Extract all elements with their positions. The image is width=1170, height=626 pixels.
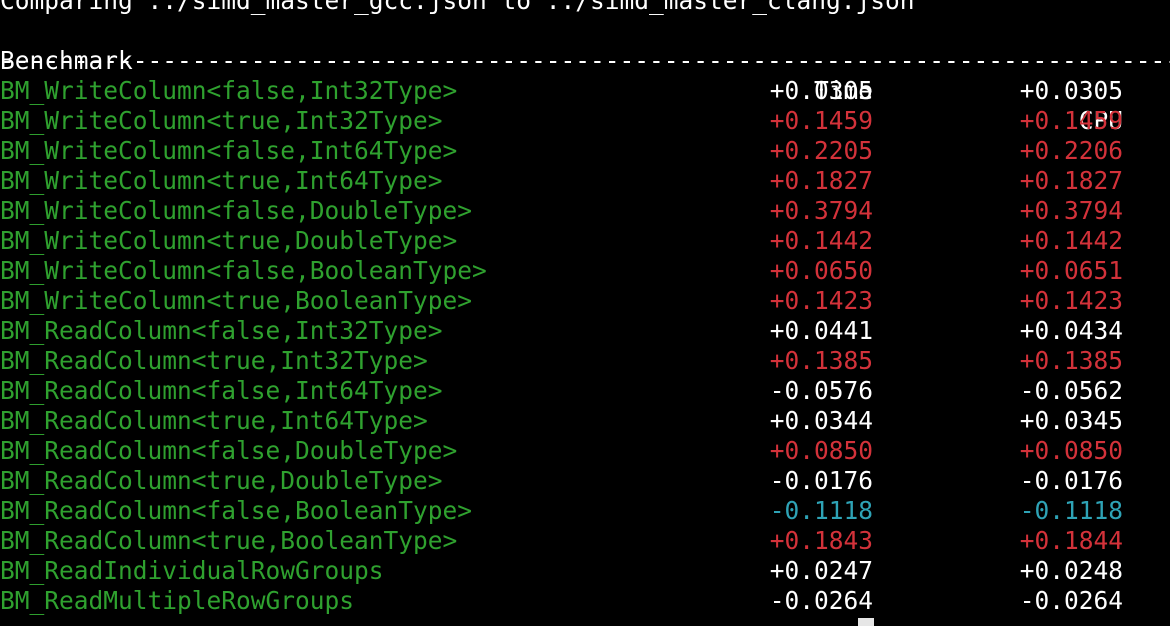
benchmark-name: BM_WriteColumn<true,Int32Type> — [0, 106, 443, 135]
cpu-delta: +0.2206 — [1019, 136, 1123, 165]
benchmark-name: BM_ReadColumn<false,BooleanType> — [0, 496, 473, 525]
table-row: BM_WriteColumn<false,DoubleType> +0.3794 +… — [0, 196, 1170, 226]
table-row: BM_ReadColumn<false,Int64Type> -0.0576 -0.… — [0, 376, 1170, 406]
time-delta: +0.0247 — [769, 556, 873, 585]
time-delta: -0.0576 — [769, 376, 873, 405]
cpu-delta: +0.1844 — [1019, 526, 1123, 555]
table-row: BM_WriteColumn<false,BooleanType> +0.0650… — [0, 256, 1170, 286]
time-delta: +0.1442 — [769, 226, 873, 255]
time-delta: +0.1827 — [769, 166, 873, 195]
table-row: BM_ReadIndividualRowGroups +0.0247 +0.0248 — [0, 556, 1170, 586]
terminal-output: Comparing ../simd_master_gcc.json to ../… — [0, 0, 1170, 616]
cpu-delta: +0.1385 — [1019, 346, 1123, 375]
table-row: BM_ReadColumn<false,Int32Type> +0.0441 +0.… — [0, 316, 1170, 346]
cpu-delta: +0.1459 — [1019, 106, 1123, 135]
time-delta: +0.1459 — [769, 106, 873, 135]
benchmark-name: BM_WriteColumn<false,Int64Type> — [0, 136, 458, 165]
table-row: BM_ReadColumn<true,DoubleType> -0.0176 -0.… — [0, 466, 1170, 496]
cpu-delta: +0.0651 — [1019, 256, 1123, 285]
time-delta: +0.0305 — [769, 76, 873, 105]
benchmark-name: BM_ReadColumn<true,DoubleType> — [0, 466, 443, 495]
time-delta: -0.0176 — [769, 466, 873, 495]
cpu-delta: +0.3794 — [1019, 196, 1123, 225]
table-row: BM_ReadColumn<true,Int64Type> +0.0344 +0.0… — [0, 406, 1170, 436]
time-delta: +0.0344 — [769, 406, 873, 435]
cpu-delta: +0.0850 — [1019, 436, 1123, 465]
benchmark-name: BM_ReadColumn<true,Int64Type> — [0, 406, 428, 435]
benchmark-name: BM_WriteColumn<false,BooleanType> — [0, 256, 487, 285]
benchmark-name: BM_ReadColumn<true,Int32Type> — [0, 346, 428, 375]
table-row: BM_ReadColumn<false,DoubleType> +0.0850 +0… — [0, 436, 1170, 466]
time-delta: +0.0441 — [769, 316, 873, 345]
benchmark-name: BM_ReadIndividualRowGroups — [0, 556, 384, 585]
benchmark-name: BM_WriteColumn<true,Int64Type> — [0, 166, 443, 195]
table-row: BM_ReadColumn<true,BooleanType> +0.1843 +0… — [0, 526, 1170, 556]
benchmark-name: BM_WriteColumn<true,DoubleType> — [0, 226, 458, 255]
benchmark-name: BM_ReadMultipleRowGroups — [0, 586, 355, 615]
cpu-delta: +0.0434 — [1019, 316, 1123, 345]
table-row: BM_WriteColumn<true,BooleanType> +0.1423 +… — [0, 286, 1170, 316]
benchmark-name: BM_WriteColumn<false,DoubleType> — [0, 196, 473, 225]
terminal-cursor — [858, 618, 874, 626]
table-row: BM_WriteColumn<false,Int64Type> +0.2205 +0… — [0, 136, 1170, 166]
table-row: BM_WriteColumn<false,Int32Type> +0.0305 +0… — [0, 76, 1170, 106]
table-row: BM_WriteColumn<true,Int32Type> +0.1459 +0.… — [0, 106, 1170, 136]
time-delta: +0.2205 — [769, 136, 873, 165]
benchmark-rows: BM_WriteColumn<false,Int32Type> +0.0305 +0… — [0, 76, 1170, 616]
cpu-delta: -0.1118 — [1019, 496, 1123, 525]
time-delta: +0.1843 — [769, 526, 873, 555]
benchmark-name: BM_ReadColumn<false,DoubleType> — [0, 436, 458, 465]
separator-line: ----------------------------------------… — [0, 46, 1170, 75]
cpu-delta: +0.0345 — [1019, 406, 1123, 435]
cpu-delta: +0.1442 — [1019, 226, 1123, 255]
compare-command-line: Comparing ../simd_master_gcc.json to ../… — [0, 0, 915, 15]
time-delta: -0.1118 — [769, 496, 873, 525]
table-row: BM_WriteColumn<true,DoubleType> +0.1442 +0… — [0, 226, 1170, 256]
time-delta: +0.3794 — [769, 196, 873, 225]
benchmark-name: BM_ReadColumn<true,BooleanType> — [0, 526, 458, 555]
table-row: BM_ReadColumn<true,Int32Type> +0.1385 +0.1… — [0, 346, 1170, 376]
benchmark-name: BM_WriteColumn<true,BooleanType> — [0, 286, 473, 315]
time-delta: +0.0850 — [769, 436, 873, 465]
benchmark-name: BM_WriteColumn<false,Int32Type> — [0, 76, 458, 105]
cpu-delta: -0.0264 — [1019, 586, 1123, 615]
cpu-delta: +0.0248 — [1019, 556, 1123, 585]
time-delta: +0.0650 — [769, 256, 873, 285]
table-row: BM_WriteColumn<true,Int64Type> +0.1827 +0.… — [0, 166, 1170, 196]
cpu-delta: -0.0562 — [1019, 376, 1123, 405]
table-row: BM_ReadColumn<false,BooleanType> -0.1118 -… — [0, 496, 1170, 526]
table-header: Benchmark Time CPU — [0, 16, 1170, 135]
cpu-delta: +0.0305 — [1019, 76, 1123, 105]
benchmark-name: BM_ReadColumn<false,Int32Type> — [0, 316, 443, 345]
cpu-delta: +0.1827 — [1019, 166, 1123, 195]
benchmark-name: BM_ReadColumn<false,Int64Type> — [0, 376, 443, 405]
cpu-delta: +0.1423 — [1019, 286, 1123, 315]
cpu-delta: -0.0176 — [1019, 466, 1123, 495]
table-row: BM_ReadMultipleRowGroups -0.0264 -0.0264 — [0, 586, 1170, 616]
time-delta: +0.1423 — [769, 286, 873, 315]
time-delta: +0.1385 — [769, 346, 873, 375]
time-delta: -0.0264 — [769, 586, 873, 615]
